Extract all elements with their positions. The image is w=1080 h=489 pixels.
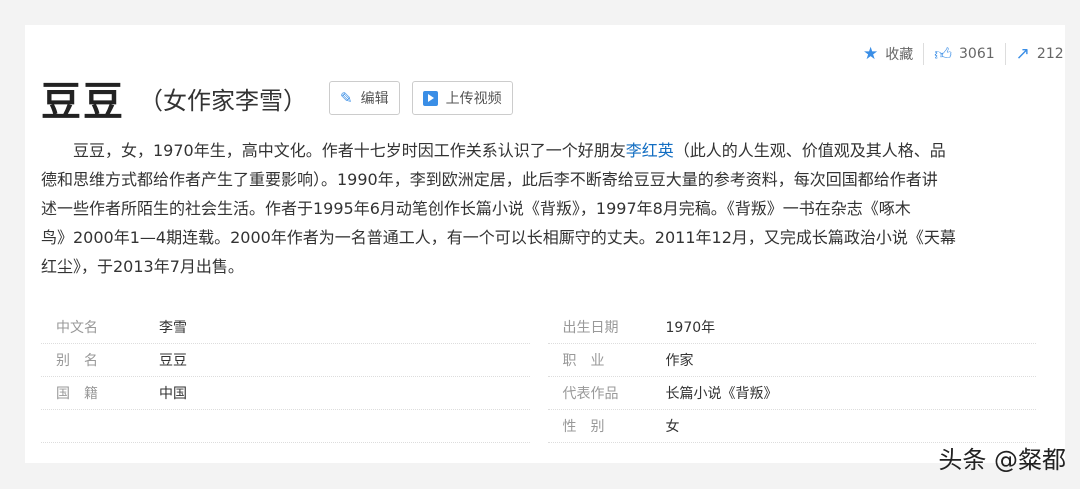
info-row: 别 名 豆豆: [41, 344, 530, 377]
info-column-right: 出生日期 1970年 职 业 作家 代表作品 长篇小说《背叛》 性 别 女: [547, 311, 1036, 443]
info-key: 国 籍: [56, 386, 98, 402]
upload-video-button[interactable]: 上传视频: [411, 81, 513, 115]
star-icon: ★: [863, 44, 879, 64]
watermark: 头条 @粲都: [938, 446, 1066, 474]
info-key: 性 别: [562, 419, 605, 435]
like-button[interactable]: 👍︎ 3061: [924, 44, 1004, 65]
info-value: 作家: [665, 353, 694, 369]
info-row: 代表作品 长篇小说《背叛》: [547, 377, 1036, 410]
info-row: 中文名 李雪: [41, 311, 530, 344]
info-column-left: 中文名 李雪 别 名 豆豆 国 籍 中国: [41, 311, 530, 443]
info-value: 豆豆: [159, 353, 187, 369]
page-subtitle: （女作家李雪）: [139, 86, 307, 115]
title-row: 豆豆 （女作家李雪） ✎ 编辑 上传视频: [41, 69, 513, 127]
link-li-hongying[interactable]: 李红英: [626, 141, 674, 160]
info-key: 出生日期: [562, 320, 619, 336]
page-title: 豆豆: [41, 79, 125, 125]
summary-paragraph: 豆豆，女，1970年生，高中文化。作者十七岁时因工作关系认识了一个好朋友李红英（…: [41, 136, 1041, 281]
summary-text: 德和思维方式都给作者产生了重要影响）。1990年，李到欧洲定居，此后李不断寄给豆…: [41, 170, 938, 189]
summary-text: 鸟》2000年1—4期连载。2000年作者为一名普通工人，有一个可以长相厮守的丈…: [41, 228, 956, 247]
info-value: 女: [665, 419, 680, 435]
info-key: 别 名: [56, 353, 98, 369]
edit-button[interactable]: ✎ 编辑: [329, 81, 400, 115]
info-row: 性 别女: [547, 410, 1036, 443]
info-value: 李雪: [159, 320, 187, 336]
toolbar: ★ 收藏 👍︎ 3061 ↗ 212: [853, 43, 1065, 65]
share-button[interactable]: ↗ 212: [1006, 44, 1065, 64]
summary-text: 豆豆，女，1970年生，高中文化。作者十七岁时因工作关系认识了一个好朋友: [41, 141, 626, 160]
info-key: 中文名: [56, 320, 98, 336]
thumbs-up-icon: 👍︎: [934, 44, 953, 65]
entry-card: ★ 收藏 👍︎ 3061 ↗ 212 豆豆 （女作家李雪） ✎ 编辑 上传视频 豆豆，女…: [25, 25, 1065, 463]
pencil-icon: ✎: [340, 89, 353, 107]
play-icon: [422, 90, 438, 106]
summary-text: 红尘》，于2013年7月出售。: [41, 257, 244, 276]
info-row: 国 籍 中国: [41, 377, 530, 410]
info-value: 长篇小说《背叛》: [665, 386, 778, 402]
info-row: 出生日期 1970年: [547, 311, 1036, 344]
favorite-button[interactable]: ★ 收藏: [853, 44, 923, 64]
info-row: [41, 410, 530, 443]
info-value: 中国: [159, 386, 187, 402]
basic-info-table: 中文名 李雪 别 名 豆豆 国 籍 中国 出生日期 1970年 职 业 作家 代表作品 长篇…: [41, 311, 1036, 443]
info-row: 职 业 作家: [547, 344, 1036, 377]
info-key: 职 业: [562, 353, 605, 369]
summary-text: 述一些作者所陌生的社会生活。作者于1995年6月动笔创作长篇小说《背叛》，199…: [41, 199, 911, 218]
info-key: 代表作品: [562, 386, 619, 402]
info-value: 1970年: [665, 320, 716, 336]
share-icon: ↗: [1015, 44, 1030, 64]
summary-text: （此人的人生观、价值观及其人格、品: [673, 141, 946, 160]
